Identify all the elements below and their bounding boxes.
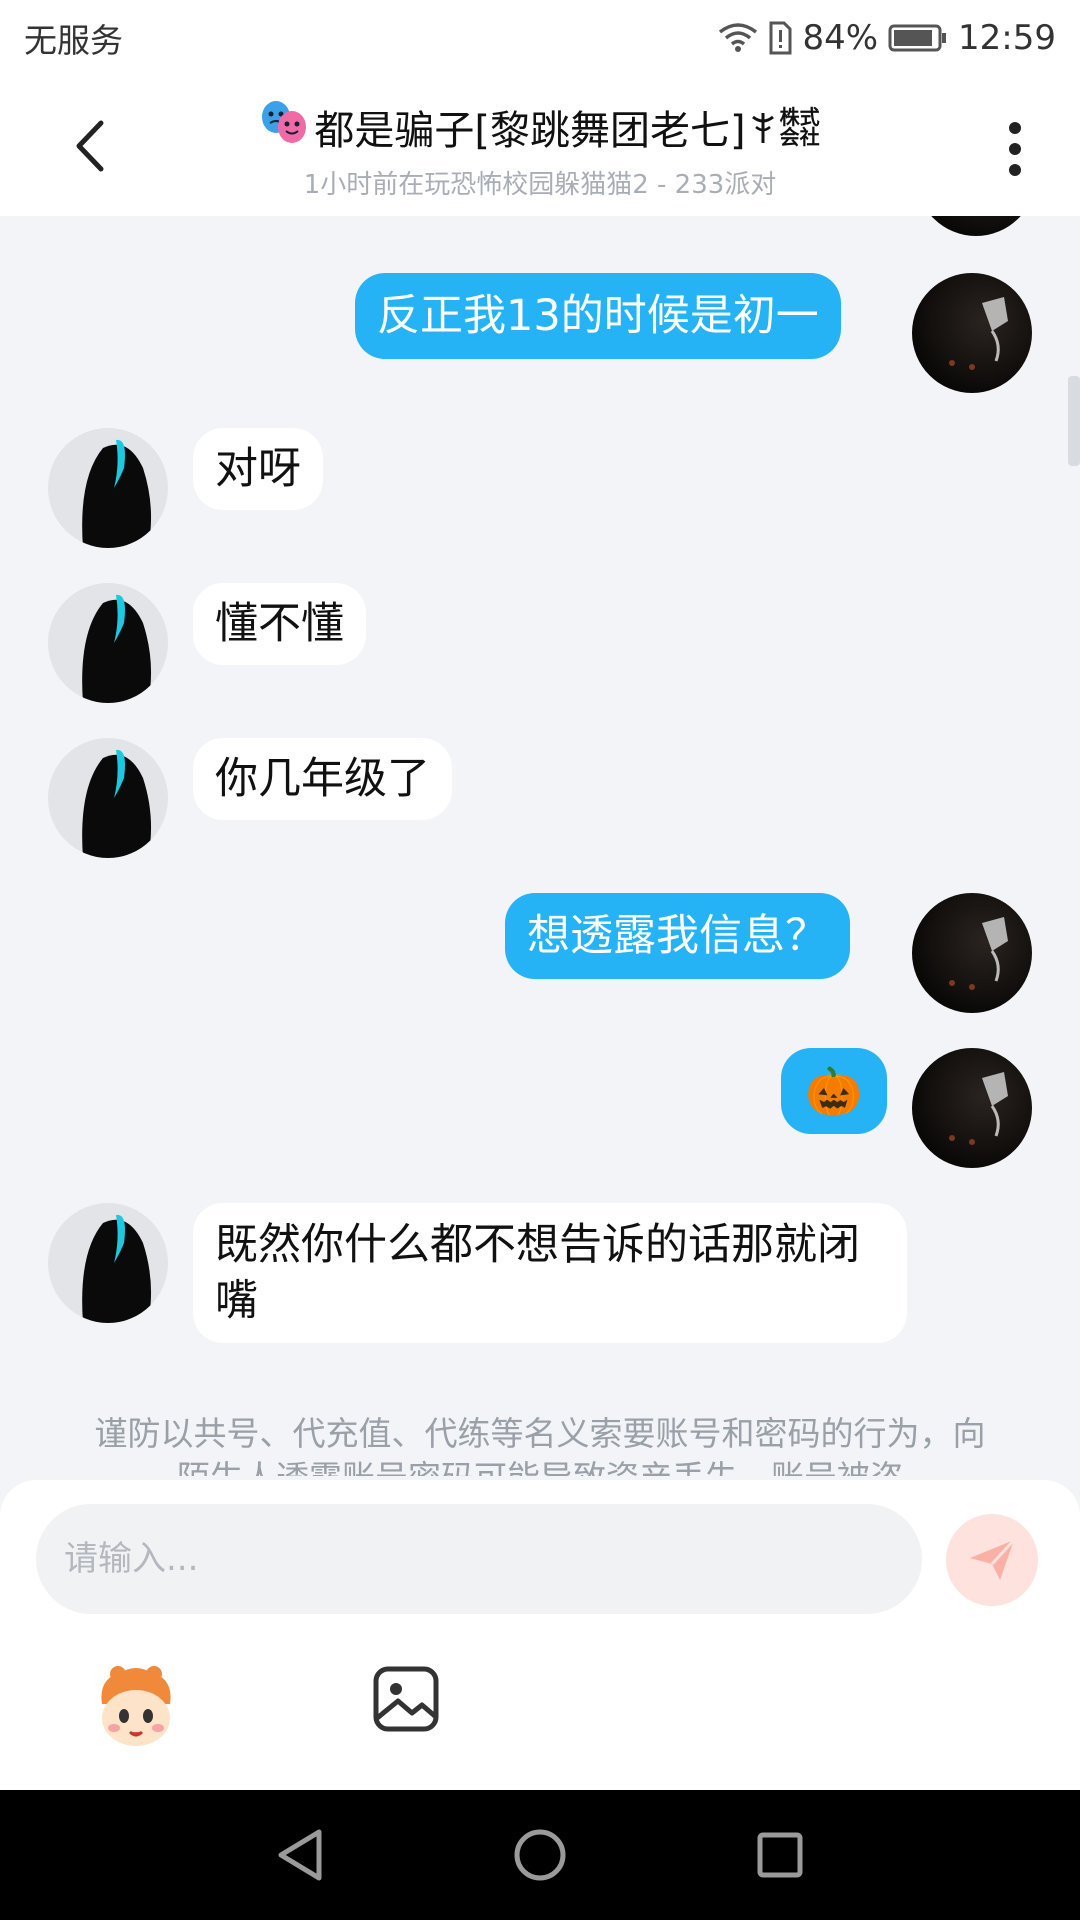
battery-icon: [888, 23, 948, 53]
message-bubble-received[interactable]: 懂不懂: [193, 583, 366, 665]
contact-avatar[interactable]: [48, 583, 168, 703]
message-bubble-received[interactable]: 对呀: [193, 428, 323, 510]
caduceus-icon: [751, 113, 774, 143]
back-icon: [76, 120, 104, 172]
avatar[interactable]: [916, 216, 1036, 236]
sim-alert-icon: [768, 21, 792, 55]
nav-recents-button[interactable]: [740, 1815, 820, 1895]
carrier-text: 无服务: [24, 21, 123, 60]
message-bubble-sent[interactable]: 反正我13的时候是初一: [355, 273, 841, 359]
contact-avatar[interactable]: [48, 1203, 168, 1323]
status-icons: 84% 12:59: [718, 18, 1056, 58]
chat-title-block[interactable]: 都是骗子[黎跳舞团老七] 株式 会社 1小时前在玩恐怖校园躲猫猫2 - 233派…: [150, 98, 930, 201]
safety-notice: 谨防以共号、代充值、代练等名义索要账号和密码的行为，向陌生人透露账号密码可能导致…: [94, 1414, 986, 1476]
input-panel: [0, 1480, 1080, 1790]
nav-recents-icon: [757, 1832, 803, 1878]
status-bar: 无服务 84% 12:59: [0, 0, 1080, 76]
image-icon: [373, 1666, 439, 1732]
more-options-button[interactable]: [990, 114, 1040, 184]
message-input[interactable]: [36, 1504, 922, 1614]
system-navigation-bar: [0, 1790, 1080, 1920]
title-badge: 株式 会社: [750, 107, 822, 147]
theater-masks-icon: [258, 99, 310, 155]
back-button[interactable]: [60, 114, 120, 178]
chat-header: 都是骗子[黎跳舞团老七] 株式 会社 1小时前在玩恐怖校园躲猫猫2 - 233派…: [0, 76, 1080, 216]
chat-subtitle: 1小时前在玩恐怖校园躲猫猫2 - 233派对: [303, 170, 777, 200]
scrollbar[interactable]: [1068, 376, 1080, 466]
chat-title: 都是骗子[黎跳舞团老七]: [314, 108, 746, 154]
send-button[interactable]: [946, 1514, 1038, 1606]
more-icon: [1009, 122, 1021, 176]
my-avatar[interactable]: [912, 1048, 1032, 1168]
nav-back-button[interactable]: [260, 1815, 340, 1895]
battery-percent: 84%: [802, 18, 879, 58]
send-icon: [970, 1538, 1016, 1580]
title-suffix-bottom: 会社: [779, 125, 820, 149]
my-avatar[interactable]: [912, 273, 1032, 393]
nav-home-button[interactable]: [500, 1815, 580, 1895]
clock-text: 12:59: [958, 18, 1056, 58]
emoji-button[interactable]: [88, 1660, 184, 1756]
message-list[interactable]: 反正我13的时候是初一 对呀 懂不懂 你几年级了 想透露我信息？ 🎃 既然你什么…: [0, 216, 1080, 1476]
image-button[interactable]: [370, 1663, 442, 1735]
contact-avatar[interactable]: [48, 738, 168, 858]
message-bubble-sent[interactable]: 想透露我信息？: [505, 893, 850, 979]
contact-avatar[interactable]: [48, 428, 168, 548]
wifi-icon: [718, 22, 758, 54]
message-bubble-received[interactable]: 你几年级了: [193, 738, 452, 820]
message-bubble-received[interactable]: 既然你什么都不想告诉的话那就闭嘴: [193, 1203, 907, 1343]
nav-back-icon: [278, 1829, 322, 1881]
my-avatar[interactable]: [912, 893, 1032, 1013]
nav-home-icon: [514, 1829, 566, 1881]
emoji-face-icon: [101, 1666, 171, 1746]
message-bubble-sent-emoji[interactable]: 🎃: [781, 1048, 887, 1134]
